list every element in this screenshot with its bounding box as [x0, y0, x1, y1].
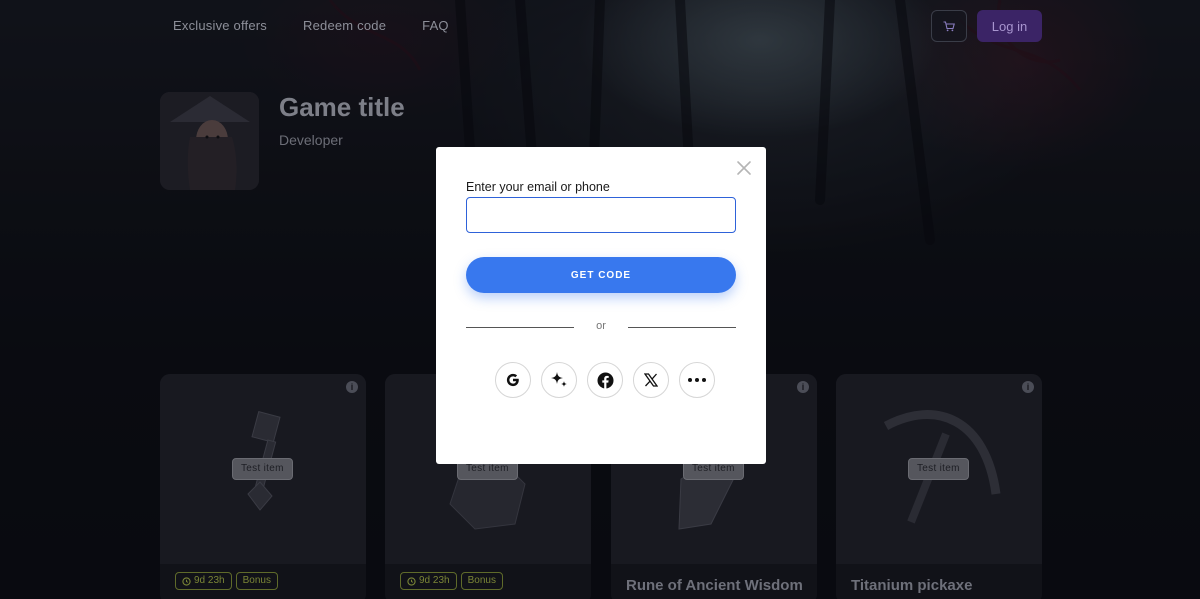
google-login-button[interactable] — [495, 362, 531, 398]
divider-right — [628, 327, 736, 328]
timer-badge: 9d 23h — [175, 572, 232, 590]
ai-login-button[interactable] — [541, 362, 577, 398]
x-icon — [644, 373, 658, 387]
card-badges: 9d 23h Bonus — [175, 572, 278, 590]
card-badges: 9d 23h Bonus — [400, 572, 503, 590]
item-tag: Test item — [232, 458, 293, 480]
item-card[interactable]: i Test item Titanium pickaxe — [836, 374, 1042, 599]
item-tag: Test item — [908, 458, 969, 480]
nav-redeem-code[interactable]: Redeem code — [303, 18, 386, 33]
item-name: Titanium pickaxe — [851, 577, 973, 594]
game-cover-image — [160, 92, 259, 190]
facebook-login-button[interactable] — [587, 362, 623, 398]
game-title: Game title — [279, 92, 405, 122]
bonus-badge: Bonus — [460, 572, 503, 590]
bonus-badge: Bonus — [235, 572, 278, 590]
social-login-row — [495, 362, 715, 398]
login-modal: Enter your email or phone GET CODE or — [436, 147, 766, 464]
top-nav: Exclusive offers Redeem code FAQ — [173, 18, 449, 33]
cart-button[interactable] — [931, 10, 967, 42]
item-name: Rune of Ancient Wisdom — [626, 577, 803, 594]
cart-icon — [943, 20, 955, 31]
info-icon[interactable]: i — [346, 381, 358, 393]
more-options-button[interactable] — [679, 362, 715, 398]
sparkle-icon — [551, 372, 567, 387]
more-icon — [688, 378, 706, 382]
x-login-button[interactable] — [633, 362, 669, 398]
item-card[interactable]: i Test item 9d 23h Bonus — [160, 374, 366, 599]
email-phone-input[interactable] — [466, 197, 736, 233]
info-icon[interactable]: i — [797, 381, 809, 393]
google-icon — [506, 373, 519, 387]
nav-faq[interactable]: FAQ — [422, 18, 449, 33]
clock-icon — [407, 576, 416, 586]
facebook-icon — [597, 372, 613, 389]
timer-badge: 9d 23h — [400, 572, 457, 590]
nav-exclusive-offers[interactable]: Exclusive offers — [173, 18, 267, 33]
clock-icon — [182, 576, 191, 586]
info-icon[interactable]: i — [1022, 381, 1034, 393]
or-label: or — [596, 320, 606, 332]
get-code-button[interactable]: GET CODE — [466, 257, 736, 293]
login-button[interactable]: Log in — [977, 10, 1042, 42]
game-developer: Developer — [279, 132, 343, 148]
close-icon[interactable] — [736, 160, 752, 176]
email-phone-label: Enter your email or phone — [466, 180, 610, 194]
